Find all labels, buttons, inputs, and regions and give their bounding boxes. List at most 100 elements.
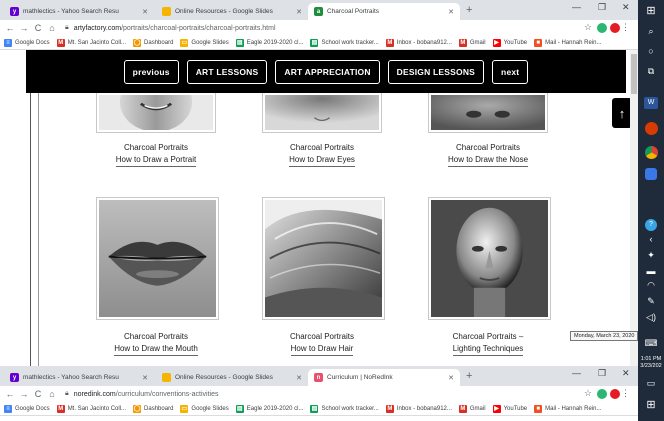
bookmark-item[interactable]: ≡ Google Docs: [4, 404, 50, 413]
ime-icon[interactable]: ⌨: [638, 338, 664, 349]
word-app-icon[interactable]: W: [638, 96, 664, 109]
bookmark-item[interactable]: ▤ School work tracker...: [310, 404, 379, 413]
restore-icon[interactable]: ❐: [598, 2, 606, 13]
bookmark-item[interactable]: ◯ Dashboard: [133, 404, 173, 413]
bookmark-item[interactable]: M Mt. San Jacinto Coll...: [56, 38, 126, 47]
lesson-thumb-hair[interactable]: [262, 197, 385, 320]
tab-charcoal-portraits[interactable]: a Charcoal Portraits ✕: [308, 3, 460, 20]
new-tab-icon[interactable]: +: [466, 370, 472, 382]
minimize-icon[interactable]: —: [572, 368, 581, 378]
lesson-thumb-portrait[interactable]: [96, 93, 216, 133]
bookmark-item[interactable]: ◯ Dashboard: [133, 38, 173, 47]
address-bar[interactable]: 🔒︎ artyfactory.com/portraits/charcoal-po…: [65, 22, 585, 35]
scrollbar-thumb[interactable]: [631, 54, 637, 94]
scrollbar[interactable]: [630, 50, 638, 366]
art-appreciation-button[interactable]: ART APPRECIATION: [275, 59, 380, 84]
battery-icon[interactable]: ▬: [638, 266, 664, 276]
close-window-icon[interactable]: ✕: [622, 2, 630, 13]
tab-google-slides[interactable]: Online Resources - Google Slides ✕: [156, 3, 308, 20]
caption-link[interactable]: How to Draw Eyes: [289, 154, 355, 167]
bookmark-item[interactable]: M Inbox - bobana912...: [385, 38, 452, 47]
lesson-caption[interactable]: Charcoal Portraits – Lighting Techniques: [423, 331, 553, 356]
close-window-icon[interactable]: ✕: [622, 368, 630, 379]
close-tab-icon[interactable]: ✕: [142, 8, 148, 16]
reload-icon[interactable]: C: [31, 389, 45, 399]
lesson-thumb-nose[interactable]: [428, 93, 548, 133]
close-tab-icon[interactable]: ✕: [448, 374, 454, 382]
previous-button[interactable]: previous: [123, 59, 179, 84]
lesson-thumb-mouth[interactable]: [96, 197, 219, 320]
clock[interactable]: 1:01 PM 3/23/202: [638, 356, 664, 370]
notification-icon[interactable]: ▭: [638, 378, 664, 389]
close-tab-icon[interactable]: ✕: [448, 8, 454, 16]
bookmark-item[interactable]: ▶ YouTube: [492, 404, 527, 413]
chrome-app-icon[interactable]: [638, 146, 664, 161]
forward-icon[interactable]: →: [17, 23, 31, 33]
home-icon[interactable]: ⌂: [45, 23, 59, 33]
office-app-icon[interactable]: [638, 122, 664, 137]
task-view-icon[interactable]: ⧉: [638, 66, 664, 77]
menu-icon[interactable]: ⋮: [621, 22, 630, 33]
lesson-caption[interactable]: Charcoal Portraits How to Draw the Nose: [423, 142, 553, 167]
back-icon[interactable]: ←: [3, 389, 17, 399]
bookmark-item[interactable]: M Inbox - bobana912...: [385, 404, 452, 413]
caption-link[interactable]: Lighting Techniques: [452, 343, 524, 356]
address-bar[interactable]: 🔒︎ noredink.com/curriculum/conventions-a…: [65, 388, 585, 401]
caption-link[interactable]: How to Draw Hair: [290, 343, 354, 356]
bookmark-item[interactable]: ▤ Eagle 2019-2020 cl...: [235, 38, 303, 47]
home-icon[interactable]: ⌂: [45, 389, 59, 399]
menu-icon[interactable]: ⋮: [621, 388, 630, 399]
bookmark-item[interactable]: ▤ Eagle 2019-2020 cl...: [235, 404, 303, 413]
pen-icon[interactable]: ✎: [638, 296, 664, 307]
bookmark-item[interactable]: ■ Mail - Hannah Rein...: [534, 404, 602, 413]
bookmark-item[interactable]: ≡ Google Docs: [4, 38, 50, 47]
minimize-icon[interactable]: —: [572, 2, 581, 12]
lesson-thumb-lighting[interactable]: [428, 197, 551, 320]
new-tab-icon[interactable]: +: [466, 4, 472, 16]
volume-icon[interactable]: ◁): [638, 312, 664, 323]
close-tab-icon[interactable]: ✕: [296, 374, 302, 382]
bookmark-item[interactable]: ▤ School work tracker...: [310, 38, 379, 47]
next-button[interactable]: next: [492, 59, 529, 84]
network-icon[interactable]: ◠: [638, 280, 664, 291]
bookmark-item[interactable]: M Mt. San Jacinto Coll...: [56, 404, 126, 413]
bookmark-item[interactable]: M Gmail: [458, 404, 486, 413]
forward-icon[interactable]: →: [17, 389, 31, 399]
lesson-thumb-eyes[interactable]: [262, 93, 382, 133]
caption-link[interactable]: How to Draw a Portrait: [115, 154, 197, 167]
chevron-left-icon[interactable]: ‹: [638, 234, 664, 244]
windows-start-icon-2[interactable]: ⊞: [638, 398, 664, 411]
close-tab-icon[interactable]: ✕: [142, 374, 148, 382]
extension-icon[interactable]: [597, 23, 607, 33]
lesson-caption[interactable]: Charcoal Portraits How to Draw Eyes: [257, 142, 387, 167]
windows-start-icon[interactable]: ⊞: [638, 4, 664, 17]
dropbox-icon[interactable]: ✦: [638, 250, 664, 261]
tab-google-slides[interactable]: Online Resources - Google Slides ✕: [156, 369, 308, 386]
bookmark-item[interactable]: ■ Mail - Hannah Rein...: [534, 38, 602, 47]
cortana-icon[interactable]: ○: [638, 46, 664, 56]
extension-icon[interactable]: [597, 389, 607, 399]
app-icon[interactable]: [638, 168, 664, 182]
tab-yahoo-search[interactable]: y mathlectics - Yahoo Search Resu ✕: [4, 3, 154, 20]
restore-icon[interactable]: ❐: [598, 368, 606, 379]
lesson-caption[interactable]: Charcoal Portraits How to Draw a Portrait: [91, 142, 221, 167]
close-tab-icon[interactable]: ✕: [296, 8, 302, 16]
tab-noredink[interactable]: n Curriculum | NoRedInk ✕: [308, 369, 460, 386]
bookmark-item[interactable]: ▶ YouTube: [492, 38, 527, 47]
caption-link[interactable]: How to Draw the Mouth: [114, 343, 198, 356]
profile-avatar-icon[interactable]: [610, 23, 620, 33]
bookmark-star-icon[interactable]: ☆: [584, 388, 592, 399]
scroll-to-top-button[interactable]: ↑: [612, 98, 632, 128]
art-lessons-button[interactable]: ART LESSONS: [186, 59, 268, 84]
lesson-caption[interactable]: Charcoal Portraits How to Draw the Mouth: [91, 331, 221, 356]
search-icon[interactable]: ⌕: [638, 26, 664, 37]
bookmark-star-icon[interactable]: ☆: [584, 22, 592, 33]
back-icon[interactable]: ←: [3, 23, 17, 33]
lesson-caption[interactable]: Charcoal Portraits How to Draw Hair: [257, 331, 387, 356]
tab-yahoo-search[interactable]: y mathlectics - Yahoo Search Resu ✕: [4, 369, 154, 386]
bookmark-item[interactable]: ▭ Google Slides: [180, 38, 229, 47]
reload-icon[interactable]: C: [31, 23, 45, 33]
bookmark-item[interactable]: ▭ Google Slides: [180, 404, 229, 413]
design-lessons-button[interactable]: DESIGN LESSONS: [387, 59, 485, 84]
help-icon[interactable]: ?: [638, 218, 664, 231]
